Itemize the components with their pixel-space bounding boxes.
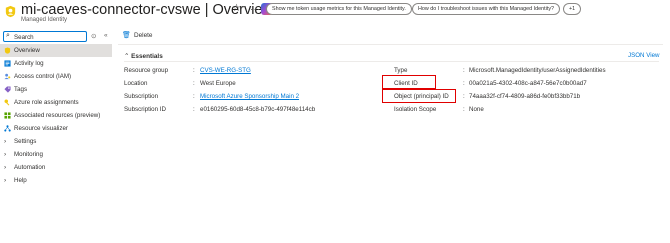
sidebar-item-overview[interactable]: Overview (0, 44, 112, 57)
chevron-up-icon: ⌃ (124, 53, 130, 60)
search-icon: ⌕ (6, 32, 10, 39)
highlight-box-client-id (382, 75, 436, 89)
isolation-scope-value: None (469, 106, 484, 113)
sidebar-item-tags[interactable]: Tags (0, 83, 112, 96)
sidebar-item-label: Azure role assignments (14, 99, 79, 106)
access-control-icon (4, 73, 11, 80)
type-value: Microsoft.ManagedIdentity/userAssignedId… (469, 67, 606, 74)
property-label-location: Location (124, 80, 148, 87)
favorite-star-icon[interactable]: ☆ (232, 3, 241, 14)
sidebar-item-label: Access control (IAM) (14, 73, 72, 80)
tag-icon (4, 86, 11, 93)
property-separator: : (193, 67, 195, 74)
chevron-right-icon: › (4, 150, 7, 158)
divider (118, 44, 663, 45)
property-separator: : (193, 80, 195, 87)
chevron-right-icon: › (4, 137, 7, 145)
sidebar-group-help[interactable]: › Help (0, 174, 112, 187)
collapse-menu-icon[interactable]: « (104, 32, 108, 39)
sidebar-item-label: Overview (14, 47, 40, 54)
sidebar-item-associated-resources[interactable]: Associated resources (preview) (0, 109, 112, 122)
activity-log-icon (4, 60, 11, 67)
property-separator: : (463, 80, 465, 87)
property-label-subscription-id: Subscription ID (124, 106, 166, 113)
sidebar-item-resource-visualizer[interactable]: Resource visualizer (0, 122, 112, 135)
sidebar-group-label: Automation (14, 164, 46, 171)
more-options-icon[interactable]: ··· (250, 4, 261, 14)
sidebar-group-label: Help (14, 177, 27, 184)
filter-icon[interactable]: ⊙ (91, 32, 96, 40)
property-separator: : (463, 93, 465, 100)
property-label-subscription: Subscription (124, 93, 159, 100)
delete-button[interactable]: Delete (134, 32, 152, 39)
sidebar-item-label: Resource visualizer (14, 125, 68, 132)
object-id-value: 74aaa32f-cf74-4809-a86d-fe0bf33bb71b (469, 93, 581, 100)
property-separator: : (463, 106, 465, 113)
sidebar-item-label: Activity log (14, 60, 44, 67)
menu-list: Overview Activity log Access control (IA… (0, 44, 112, 187)
sidebar-group-settings[interactable]: › Settings (0, 135, 112, 148)
divider (124, 61, 659, 62)
search-placeholder: Search (14, 33, 34, 41)
property-label-isolation-scope: Isolation Scope (394, 106, 437, 113)
resource-group-link[interactable]: CVS-WE-RG-STG (200, 67, 251, 74)
property-separator: : (193, 93, 195, 100)
highlight-box-object-id (382, 89, 456, 103)
sidebar-item-activity-log[interactable]: Activity log (0, 57, 112, 70)
essentials-heading: Essentials (131, 53, 163, 60)
visualizer-icon (4, 125, 11, 132)
essentials-toggle[interactable]: ⌃ Essentials (124, 52, 163, 60)
sidebar-group-monitoring[interactable]: › Monitoring (0, 148, 112, 161)
location-value: West Europe (200, 80, 236, 87)
property-label-type: Type (394, 67, 408, 74)
sidebar-group-label: Monitoring (14, 151, 43, 158)
sidebar-group-label: Settings (14, 138, 37, 145)
copilot-suggestion-more[interactable]: +1 (563, 3, 582, 15)
property-separator: : (463, 67, 465, 74)
json-view-link[interactable]: JSON View (628, 52, 660, 59)
sidebar-item-azure-role-assignments[interactable]: Azure role assignments (0, 96, 112, 109)
subscription-id-value: e0160295-60d8-45c8-b79c-497f48e114cb (200, 106, 316, 113)
subscription-link[interactable]: Microsoft Azure Sponsorship Main 2 (200, 93, 299, 100)
menu-search-input[interactable]: ⌕ Search (3, 31, 87, 42)
resource-type-subtitle: Managed Identity (21, 17, 68, 23)
command-bar: 🗑 Delete (118, 28, 663, 42)
sidebar-item-label: Associated resources (preview) (14, 112, 101, 119)
managed-identity-icon (5, 5, 16, 18)
managed-identity-icon (4, 47, 11, 54)
key-icon (4, 99, 10, 106)
sidebar-item-access-control[interactable]: Access control (IAM) (0, 70, 112, 83)
client-id-value: 00a021a5-4302-408c-a847-56e7c0b00ad7 (469, 80, 587, 87)
property-label-resource-group: Resource group (124, 67, 169, 74)
sidebar-item-label: Tags (14, 86, 28, 93)
trash-icon[interactable]: 🗑 (122, 31, 131, 39)
copilot-suggestion-troubleshoot[interactable]: How do I troubleshoot issues with this M… (412, 3, 561, 15)
resource-menu: ⌕ Search ⊙ « Overview Activity log Acces… (0, 28, 112, 243)
grid-icon (4, 112, 11, 119)
blade-header: mi-caeves-connector-cvswe | Overview Man… (0, 0, 670, 28)
sidebar-group-automation[interactable]: › Automation (0, 161, 112, 174)
property-separator: : (193, 106, 195, 113)
copilot-suggestion-token-metrics[interactable]: Show me token usage metrics for this Man… (266, 3, 412, 15)
chevron-right-icon: › (4, 163, 7, 171)
chevron-right-icon: › (4, 176, 7, 184)
